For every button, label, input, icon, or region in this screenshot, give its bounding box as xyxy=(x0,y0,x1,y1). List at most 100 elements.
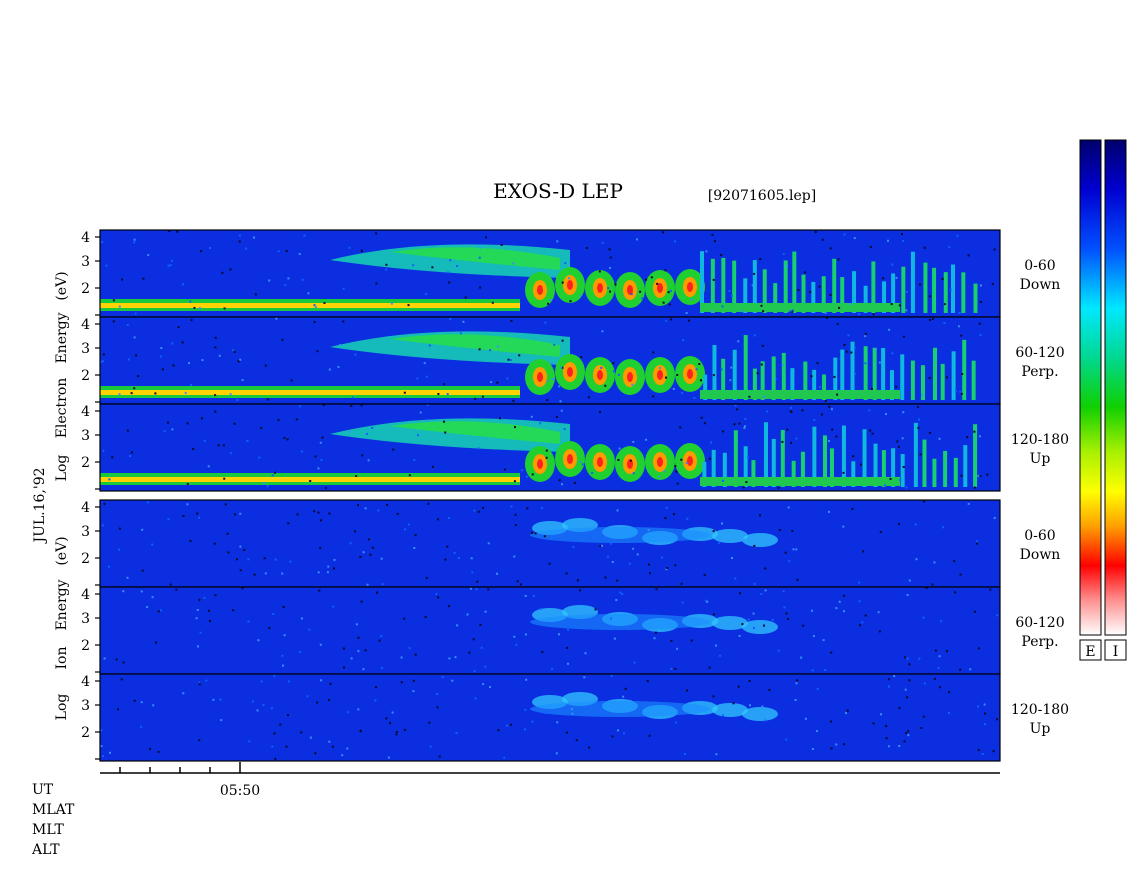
noise-speck xyxy=(566,646,569,649)
y-tick-label: 3 xyxy=(81,698,90,714)
noise-speck xyxy=(571,712,574,715)
burst-peak xyxy=(687,369,693,379)
noise-speck xyxy=(555,752,558,755)
noise-speck xyxy=(268,627,271,630)
noise-speck xyxy=(400,656,403,659)
noise-speck xyxy=(790,411,793,413)
noise-speck xyxy=(753,334,756,337)
noise-speck xyxy=(778,529,781,531)
noise-speck xyxy=(670,667,673,670)
noise-speck xyxy=(898,304,901,307)
noise-speck xyxy=(940,620,943,623)
noise-speck xyxy=(412,690,415,693)
noise-speck xyxy=(198,307,201,310)
noise-speck xyxy=(745,481,748,484)
noise-speck xyxy=(457,557,460,560)
row-label-mlat: MLAT xyxy=(32,802,75,818)
noise-speck xyxy=(785,612,788,615)
noise-speck xyxy=(318,589,321,592)
noise-speck xyxy=(664,269,667,272)
noise-speck xyxy=(666,567,669,569)
noise-speck xyxy=(838,600,841,603)
time-tick-label: 05:50 xyxy=(220,783,260,799)
noise-speck xyxy=(499,417,502,420)
noise-speck xyxy=(407,523,410,526)
noise-speck xyxy=(360,600,363,603)
noise-speck xyxy=(326,571,329,574)
noise-speck xyxy=(229,393,232,396)
noise-speck xyxy=(946,376,948,379)
noise-speck xyxy=(774,378,777,380)
noise-speck xyxy=(239,545,242,548)
noise-speck xyxy=(983,703,986,706)
noise-speck xyxy=(587,396,590,399)
noise-speck xyxy=(918,657,921,660)
noise-speck xyxy=(931,318,934,320)
noise-speck xyxy=(629,459,632,462)
noise-speck xyxy=(612,362,615,365)
noise-speck xyxy=(883,484,886,487)
noise-speck xyxy=(721,305,724,308)
noise-speck xyxy=(239,512,242,515)
noise-speck xyxy=(262,482,265,485)
noise-speck xyxy=(367,538,370,541)
noise-speck xyxy=(662,231,664,234)
noise-speck xyxy=(933,677,936,680)
noise-speck xyxy=(218,354,221,357)
noise-speck xyxy=(742,538,745,541)
noise-speck xyxy=(561,339,564,342)
noise-speck xyxy=(760,363,763,366)
noise-speck xyxy=(833,375,836,378)
noise-speck xyxy=(321,436,324,439)
noise-speck xyxy=(791,529,794,532)
noise-speck xyxy=(887,678,890,681)
noise-speck xyxy=(133,241,136,244)
noise-speck xyxy=(342,647,345,650)
panel-angle-label: 120-180 xyxy=(1011,702,1069,718)
noise-speck xyxy=(190,384,193,386)
noise-speck xyxy=(514,513,517,516)
ephemeris-labels: UT MLAT MLT ALT xyxy=(31,782,75,858)
noise-speck xyxy=(845,350,848,353)
noise-speck xyxy=(843,594,846,597)
noise-speck xyxy=(468,651,471,654)
noise-speck xyxy=(551,667,554,670)
noise-speck xyxy=(186,503,189,506)
noise-speck xyxy=(976,540,979,543)
noise-speck xyxy=(736,408,739,411)
noise-speck xyxy=(186,422,189,425)
noise-speck xyxy=(451,679,454,682)
noise-speck xyxy=(916,405,919,408)
noise-speck xyxy=(698,363,701,365)
noise-speck xyxy=(395,731,398,733)
noise-speck xyxy=(904,656,906,659)
noise-speck xyxy=(298,651,301,654)
noise-speck xyxy=(100,729,103,732)
noise-speck xyxy=(712,530,715,533)
noise-speck xyxy=(652,351,655,354)
noise-speck xyxy=(762,310,765,313)
noise-speck xyxy=(518,354,521,357)
noise-speck xyxy=(229,452,232,455)
noise-speck xyxy=(753,582,756,585)
noise-speck xyxy=(693,396,696,399)
noise-speck xyxy=(443,420,445,423)
noise-speck xyxy=(279,723,282,726)
noise-speck xyxy=(403,617,406,620)
noise-speck xyxy=(238,234,241,237)
noise-speck xyxy=(417,434,419,437)
y-tick-label: 4 xyxy=(81,317,90,333)
noise-speck xyxy=(102,353,105,356)
noise-speck xyxy=(459,332,462,335)
noise-speck xyxy=(731,616,734,619)
noise-speck xyxy=(301,278,304,281)
noise-speck xyxy=(482,506,485,509)
noise-speck xyxy=(961,373,964,375)
noise-speck xyxy=(922,500,925,503)
ion-blob xyxy=(742,533,778,547)
noise-speck xyxy=(843,233,846,236)
noise-speck xyxy=(213,542,216,545)
noise-speck xyxy=(487,588,490,591)
noise-speck xyxy=(561,281,564,284)
noise-speck xyxy=(175,588,178,591)
